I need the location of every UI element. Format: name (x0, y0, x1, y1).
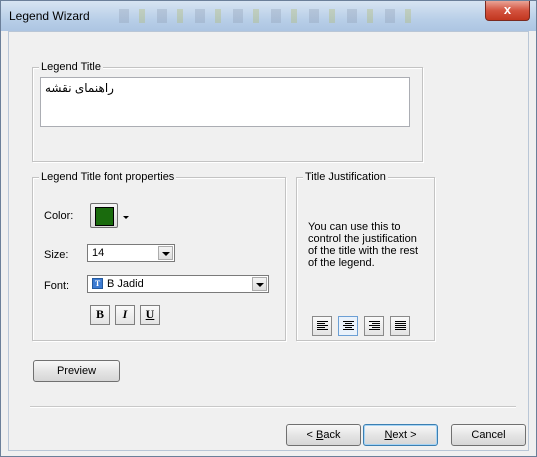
legend-wizard-window: Legend Wizard x Legend Title راهنمای نقش… (0, 0, 537, 457)
title-justification-group-label: Title Justification (303, 171, 388, 183)
color-dropdown-arrow-icon[interactable] (123, 216, 129, 219)
font-label: Font: (44, 280, 70, 292)
footer-separator (30, 406, 516, 408)
truetype-font-icon: T (92, 278, 103, 289)
cancel-button[interactable]: Cancel (451, 424, 526, 446)
legend-title-text: راهنمای نقشه (45, 81, 114, 95)
window-title: Legend Wizard (9, 9, 90, 23)
align-justify-icon (395, 321, 406, 331)
legend-title-input[interactable]: راهنمای نقشه (40, 77, 410, 127)
legend-title-group: Legend Title راهنمای نقشه (32, 61, 423, 162)
back-button[interactable]: < Back (286, 424, 361, 446)
font-select[interactable]: T B Jadid (87, 275, 269, 293)
size-value: 14 (92, 247, 105, 259)
align-center-button[interactable] (338, 316, 358, 336)
close-button[interactable]: x (485, 1, 530, 21)
align-justify-button[interactable] (390, 316, 410, 336)
next-button-rest: ext > (392, 429, 417, 441)
bold-button[interactable]: B (90, 305, 110, 325)
align-left-icon (317, 321, 328, 331)
title-bar-background-deco (119, 9, 419, 23)
font-value: B Jadid (107, 278, 144, 290)
chevron-down-icon (162, 252, 170, 256)
underline-button[interactable]: U (140, 305, 160, 325)
align-left-button[interactable] (312, 316, 332, 336)
size-dropdown-button[interactable] (158, 246, 173, 260)
preview-button[interactable]: Preview (33, 360, 120, 382)
color-swatch (95, 207, 114, 226)
color-label: Color: (44, 210, 74, 222)
italic-button[interactable]: I (115, 305, 135, 325)
font-properties-group-label: Legend Title font properties (39, 171, 177, 183)
title-justification-group: Title Justification You can use this to … (296, 171, 435, 341)
font-properties-group: Legend Title font properties Color: Size… (32, 171, 286, 341)
align-center-icon (343, 321, 354, 331)
back-button-rest: ack (323, 429, 341, 441)
chevron-down-icon (256, 283, 264, 287)
font-dropdown-button[interactable] (252, 277, 267, 291)
color-picker-button[interactable] (90, 203, 118, 228)
close-icon: x (503, 2, 512, 17)
size-label: Size: (44, 249, 69, 261)
next-button[interactable]: Next > (363, 424, 438, 446)
legend-title-group-label: Legend Title (39, 61, 103, 73)
title-bar[interactable]: Legend Wizard x (1, 1, 536, 31)
size-select[interactable]: 14 (87, 244, 175, 262)
align-right-button[interactable] (364, 316, 384, 336)
wizard-client-area: Legend Title راهنمای نقشه Legend Title f… (8, 31, 529, 451)
back-button-prefix: < (306, 429, 316, 441)
justification-description: You can use this to control the justific… (308, 221, 419, 269)
align-right-icon (369, 321, 380, 331)
